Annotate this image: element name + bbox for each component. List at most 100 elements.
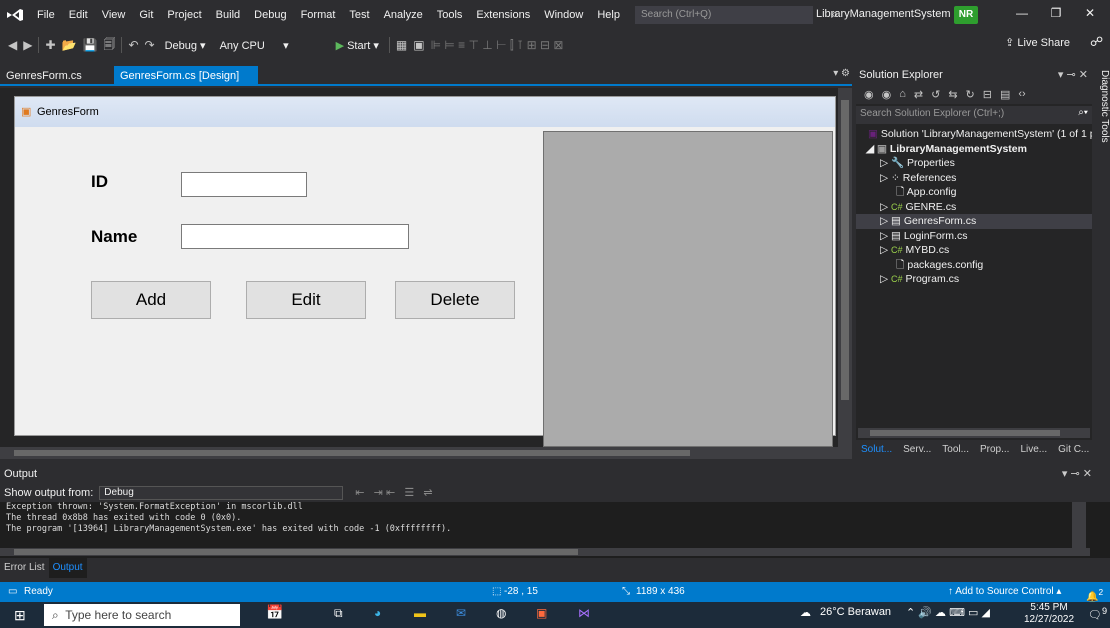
feedback-icon[interactable]: ☍ bbox=[1090, 34, 1103, 50]
expand-icon[interactable]: ▷ bbox=[880, 172, 888, 184]
save-icon[interactable]: 💾 bbox=[82, 38, 97, 52]
taskbar-search-input[interactable]: ⌕ Type here to search bbox=[44, 604, 240, 626]
tree-item-loginform[interactable]: ▷ ▤ LoginForm.cs bbox=[856, 229, 1092, 244]
output-toolbar-icons[interactable]: ⇤ ⇥ ⇤ ☰ ⇌ bbox=[355, 484, 432, 502]
expand-icon[interactable]: ▷ bbox=[880, 215, 888, 227]
id-textbox[interactable] bbox=[181, 172, 307, 197]
designer-vertical-scrollbar[interactable] bbox=[838, 88, 852, 448]
designer-vscroll-thumb[interactable] bbox=[841, 100, 849, 400]
save-all-icon[interactable]: 🗐 bbox=[103, 35, 115, 56]
output-hscrollbar[interactable] bbox=[0, 548, 1090, 556]
tree-project[interactable]: ◢ ▣ LibraryManagementSystem bbox=[856, 142, 1092, 157]
diagnostic-tools-tab[interactable]: Diagnostic Tools bbox=[1092, 66, 1110, 460]
menu-tools[interactable]: Tools bbox=[430, 0, 470, 30]
designer-horizontal-scrollbar[interactable] bbox=[0, 447, 852, 459]
tab-live[interactable]: Live... bbox=[1020, 440, 1047, 460]
avatar[interactable]: NR bbox=[954, 6, 978, 24]
weather-text[interactable]: 26°C Berawan bbox=[820, 606, 891, 618]
collapse-icon[interactable]: ⊟ bbox=[983, 88, 992, 101]
switch-views-icon[interactable]: ⇄ bbox=[914, 88, 923, 101]
show-all-icon[interactable]: ▤ bbox=[1000, 88, 1010, 101]
config-dropdown[interactable]: Debug ▾ bbox=[161, 39, 210, 52]
delete-button[interactable]: Delete bbox=[395, 281, 515, 319]
edit-button[interactable]: Edit bbox=[246, 281, 366, 319]
back-icon[interactable]: ◉ bbox=[864, 88, 874, 101]
sync-icon[interactable]: ⇆ bbox=[948, 88, 957, 101]
forward-icon[interactable]: ▶ bbox=[23, 38, 32, 52]
menu-build[interactable]: Build bbox=[209, 0, 247, 30]
app-icon[interactable]: ◍ bbox=[496, 606, 506, 620]
panel-options-icon[interactable]: ▾ ⊸ ✕ bbox=[1062, 464, 1092, 484]
solution-search-input[interactable]: Search Solution Explorer (Ctrl+;) ⌕▾ bbox=[856, 106, 1092, 124]
solution-hscroll-thumb[interactable] bbox=[870, 430, 1060, 436]
datagridview[interactable] bbox=[543, 131, 833, 447]
tab-genresform-cs[interactable]: GenresForm.cs bbox=[0, 66, 88, 86]
tab-git-changes[interactable]: Git C... bbox=[1058, 440, 1089, 460]
layout-icon[interactable]: ▣ bbox=[413, 38, 424, 52]
refresh-icon[interactable]: ↻ bbox=[966, 88, 975, 101]
menu-debug[interactable]: Debug bbox=[247, 0, 293, 30]
new-project-icon[interactable]: ✚ bbox=[45, 38, 55, 52]
tree-item-appconfig[interactable]: 🗋 App.config bbox=[856, 185, 1092, 200]
tab-server-explorer[interactable]: Serv... bbox=[903, 440, 931, 460]
visual-studio-logo-icon[interactable] bbox=[0, 0, 30, 30]
menu-git[interactable]: Git bbox=[132, 0, 160, 30]
search-icon[interactable]: ⌕▾ bbox=[1078, 107, 1088, 118]
designer-hscroll-thumb[interactable] bbox=[14, 450, 690, 456]
menu-file[interactable]: File bbox=[30, 0, 62, 30]
expand-icon[interactable]: ▷ bbox=[880, 244, 888, 256]
menu-test[interactable]: Test bbox=[342, 0, 376, 30]
tab-toolbox[interactable]: Tool... bbox=[942, 440, 969, 460]
menu-format[interactable]: Format bbox=[294, 0, 343, 30]
output-source-dropdown[interactable]: Debug bbox=[99, 486, 344, 500]
align-left-icon[interactable]: ⊫ ⊨ ≡ ⊤ ⊥ ⊢ ⫿ ⊺ ⊞ ⊟ ⊠ bbox=[431, 38, 564, 53]
menu-edit[interactable]: Edit bbox=[62, 0, 95, 30]
tree-item-genresform[interactable]: ▷ ▤ GenresForm.cs bbox=[856, 214, 1092, 229]
tree-item-packages[interactable]: 🗋 packages.config bbox=[856, 258, 1092, 273]
live-share-button[interactable]: ⇪ Live Share bbox=[1005, 36, 1070, 49]
weather-icon[interactable]: ☁ bbox=[800, 606, 811, 619]
tab-error-list[interactable]: Error List bbox=[0, 558, 49, 578]
platform-dropdown[interactable]: Any CPU ▾ bbox=[216, 39, 326, 52]
action-center-icon[interactable]: 🗨9 bbox=[1088, 606, 1107, 622]
start-button[interactable]: ▶ Start ▾ bbox=[332, 39, 383, 52]
name-textbox[interactable] bbox=[181, 224, 409, 249]
file-explorer-icon[interactable]: ▬ bbox=[414, 606, 426, 620]
edge-icon[interactable]: ◕ bbox=[374, 606, 381, 620]
menu-help[interactable]: Help bbox=[590, 0, 627, 30]
global-search-input[interactable]: Search (Ctrl+Q) ⌕ bbox=[634, 6, 838, 24]
visual-studio-taskbar-icon[interactable]: ⋈ bbox=[578, 606, 590, 620]
tree-item-properties[interactable]: ▷ 🔧 Properties bbox=[856, 156, 1092, 171]
output-hscroll-thumb[interactable] bbox=[14, 549, 578, 555]
tab-overflow-icon[interactable]: ▾ ⚙ bbox=[833, 68, 850, 79]
close-icon[interactable]: ✕ bbox=[1080, 6, 1100, 20]
tab-genresform-design[interactable]: GenresForm.cs [Design] ⊸ ✕ bbox=[114, 66, 258, 102]
home-icon[interactable]: ⌂ bbox=[899, 88, 906, 100]
open-folder-icon[interactable]: 📂 bbox=[62, 38, 77, 52]
maximize-icon[interactable]: ❐ bbox=[1046, 6, 1066, 20]
expand-icon[interactable]: ▷ bbox=[880, 201, 888, 213]
pending-changes-icon[interactable]: ↺ bbox=[931, 88, 940, 101]
tree-item-mybd[interactable]: ▷ C# MYBD.cs bbox=[856, 243, 1092, 258]
tree-item-program[interactable]: ▷ C# Program.cs bbox=[856, 272, 1092, 287]
tab-properties[interactable]: Prop... bbox=[980, 440, 1009, 460]
windows-start-icon[interactable]: ⊞ bbox=[14, 607, 26, 624]
minimize-icon[interactable]: — bbox=[1012, 6, 1032, 20]
mail-icon[interactable]: ✉ bbox=[456, 606, 466, 620]
add-button[interactable]: Add bbox=[91, 281, 211, 319]
browser-link-icon[interactable]: ▦ bbox=[396, 38, 407, 52]
back-icon[interactable]: ◀ bbox=[8, 38, 17, 52]
menu-analyze[interactable]: Analyze bbox=[377, 0, 430, 30]
tree-solution[interactable]: ▣ Solution 'LibraryManagementSystem' (1 … bbox=[856, 127, 1105, 142]
menu-project[interactable]: Project bbox=[160, 0, 208, 30]
system-tray-icons[interactable]: ⌃ 🔊 ☁ ⌨ ▭ ◢ bbox=[906, 606, 990, 619]
code-icon[interactable]: ‹› bbox=[1018, 88, 1025, 100]
panel-options-icon[interactable]: ▾ ⊸ ✕ bbox=[1058, 66, 1088, 84]
xampp-icon[interactable]: ▣ bbox=[536, 606, 547, 620]
forward-icon[interactable]: ◉ bbox=[882, 88, 892, 101]
undo-icon[interactable]: ↶ bbox=[128, 38, 138, 52]
menu-view[interactable]: View bbox=[95, 0, 133, 30]
redo-icon[interactable]: ↷ bbox=[145, 38, 155, 52]
clock[interactable]: 5:45 PM 12/27/2022 bbox=[1024, 602, 1074, 626]
solution-hscrollbar[interactable] bbox=[858, 428, 1090, 438]
